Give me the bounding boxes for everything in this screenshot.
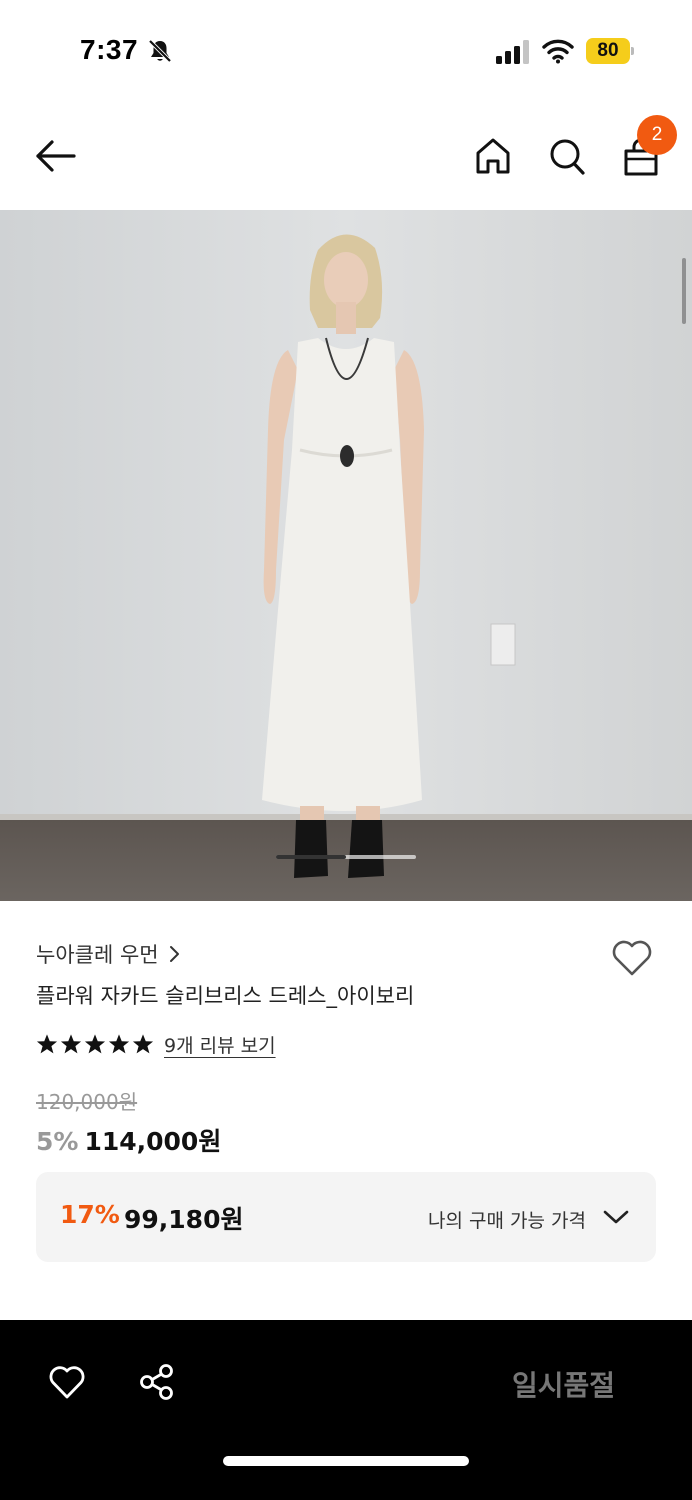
star-icon bbox=[60, 1034, 82, 1054]
wishlist-heart-icon[interactable] bbox=[610, 938, 654, 978]
carousel-indicator bbox=[276, 855, 416, 859]
signal-icon bbox=[496, 40, 529, 64]
star-icon bbox=[36, 1034, 58, 1054]
app-header: 2 bbox=[0, 100, 692, 210]
product-title: 플라워 자카드 슬리브리스 드레스_아이보리 bbox=[36, 984, 415, 1008]
discount-rate: 5% bbox=[36, 1127, 79, 1156]
battery-indicator: 80 bbox=[586, 38, 634, 64]
chevron-down-icon bbox=[603, 1210, 629, 1224]
home-indicator[interactable] bbox=[223, 1456, 469, 1466]
price-row: 5% 114,000원 bbox=[36, 1122, 221, 1158]
search-icon[interactable] bbox=[548, 136, 586, 176]
share-icon[interactable] bbox=[138, 1362, 176, 1402]
bell-slash-icon bbox=[148, 39, 172, 63]
rating-row: 9개 리뷰 보기 bbox=[36, 1028, 276, 1060]
star-icon bbox=[84, 1034, 106, 1054]
status-time: 7:37 bbox=[80, 34, 139, 65]
original-price: 120,000원 bbox=[36, 1090, 138, 1114]
brand-name: 누아클레 우먼 bbox=[36, 943, 159, 967]
review-link[interactable]: 9개 리뷰 보기 bbox=[164, 1031, 276, 1058]
cart-count-badge: 2 bbox=[637, 115, 677, 155]
product-photo bbox=[0, 210, 692, 901]
sale-price: 114,000원 bbox=[84, 1127, 222, 1156]
carousel-indicator-active bbox=[276, 855, 346, 859]
star-icon bbox=[108, 1034, 130, 1054]
chevron-right-icon bbox=[169, 946, 179, 962]
my-price: 99,180원 bbox=[124, 1205, 244, 1234]
my-price-dropdown[interactable]: 17% 99,180원 나의 구매 가능 가격 bbox=[36, 1172, 656, 1262]
wifi-icon bbox=[542, 39, 574, 64]
product-image[interactable] bbox=[0, 210, 692, 901]
bottom-action-bar: 일시품절 bbox=[0, 1320, 692, 1500]
soldout-button[interactable]: 일시품절 bbox=[512, 1364, 615, 1404]
battery-level: 80 bbox=[597, 40, 619, 61]
rating-stars bbox=[36, 1033, 154, 1055]
back-arrow-icon[interactable] bbox=[34, 136, 78, 176]
home-icon[interactable] bbox=[474, 136, 512, 176]
my-discount-rate: 17% bbox=[60, 1200, 120, 1229]
status-bar: 7:37 80 bbox=[0, 0, 692, 100]
my-price-label: 나의 구매 가능 가격 bbox=[428, 1210, 586, 1232]
image-scrollbar[interactable] bbox=[682, 258, 686, 324]
star-icon bbox=[132, 1034, 154, 1054]
battery-cap bbox=[631, 47, 634, 55]
heart-icon[interactable] bbox=[48, 1364, 86, 1400]
brand-link[interactable]: 누아클레 우먼 bbox=[36, 938, 181, 970]
